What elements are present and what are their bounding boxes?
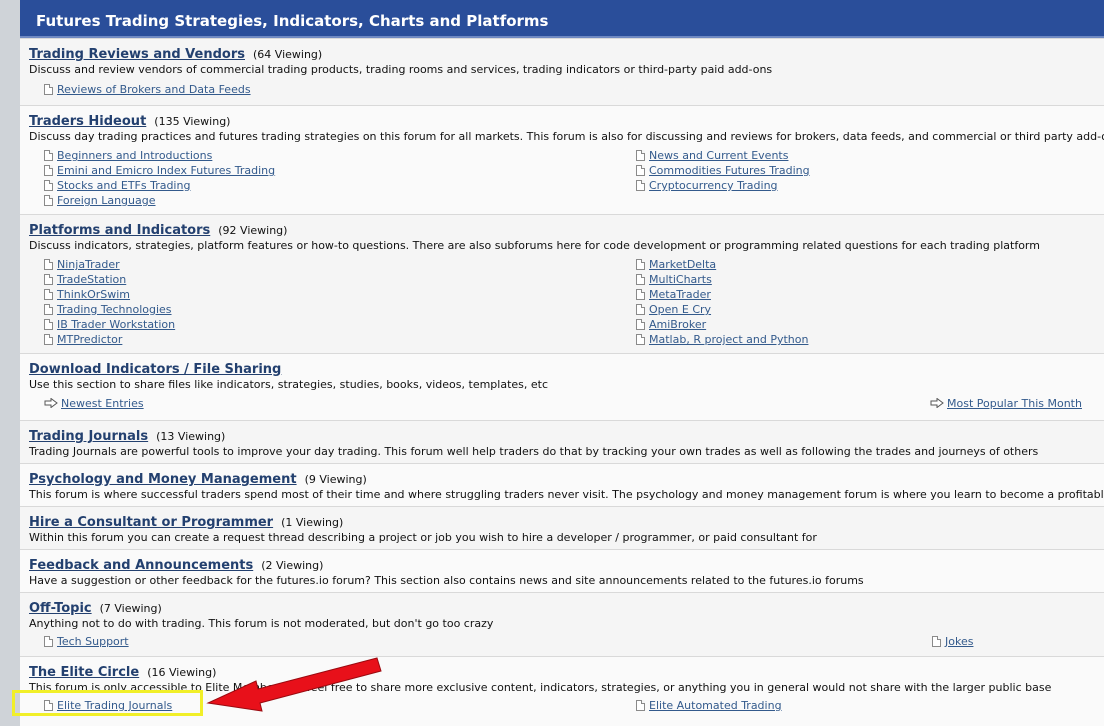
document-icon [44,636,53,647]
document-icon [932,636,941,647]
document-icon [44,195,53,206]
forum-row: Hire a Consultant or Programmer (1 Viewin… [20,506,1104,549]
forum-link-psychology[interactable]: Psychology and Money Management [29,472,297,487]
subforum-link[interactable]: Commodities Futures Trading [649,164,810,177]
viewing-count: (92 Viewing) [218,224,288,237]
subforum-link[interactable]: Tech Support [57,635,129,648]
viewing-count: (7 Viewing) [99,602,162,615]
subforum-link[interactable]: Trading Technologies [57,303,172,316]
document-icon [636,334,645,345]
subforum-link[interactable]: Open E Cry [649,303,711,316]
section-header: Futures Trading Strategies, Indicators, … [20,0,1104,38]
arrow-right-icon [44,398,58,408]
section-title: Futures Trading Strategies, Indicators, … [36,12,549,30]
forum-link-feedback[interactable]: Feedback and Announcements [29,558,253,573]
forum-row: Feedback and Announcements (2 Viewing) Ha… [20,549,1104,592]
document-icon [44,259,53,270]
forum-row: Off-Topic (7 Viewing) Anything not to do … [20,592,1104,656]
subforum-link[interactable]: Foreign Language [57,194,156,207]
document-icon [636,304,645,315]
forum-link-trading-journals[interactable]: Trading Journals [29,429,148,444]
forum-row: Trading Journals (13 Viewing) Trading Jou… [20,420,1104,463]
forum-description: Trading Journals are powerful tools to i… [29,445,1039,458]
document-icon [44,165,53,176]
most-popular-link[interactable]: Most Popular This Month [947,397,1082,410]
forum-description: Discuss indicators, strategies, platform… [29,239,1040,252]
subforum-link[interactable]: Elite Automated Trading [649,699,782,712]
forum-description: Discuss day trading practices and future… [29,130,1104,143]
subforum-link[interactable]: Beginners and Introductions [57,149,212,162]
forum-description: This forum is where successful traders s… [29,488,1104,501]
forum-description: Within this forum you can create a reque… [29,531,817,544]
subforum-link[interactable]: MTPredictor [57,333,122,346]
document-icon [636,289,645,300]
document-icon [636,259,645,270]
document-icon [44,150,53,161]
subforum-link[interactable]: TradeStation [57,273,126,286]
subforum-link[interactable]: Emini and Emicro Index Futures Trading [57,164,275,177]
subforum-link[interactable]: MultiCharts [649,273,712,286]
forum-row: Platforms and Indicators (92 Viewing) Dis… [20,214,1104,353]
document-icon [44,304,53,315]
viewing-count: (13 Viewing) [156,430,226,443]
viewing-count: (64 Viewing) [253,48,323,61]
forum-link-off-topic[interactable]: Off-Topic [29,601,92,616]
subforum-link[interactable]: MarketDelta [649,258,716,271]
newest-entries-link[interactable]: Newest Entries [61,397,144,410]
forum-description: Discuss and review vendors of commercial… [29,63,773,76]
forum-link-elite-circle[interactable]: The Elite Circle [29,665,139,680]
subforum-link[interactable]: Stocks and ETFs Trading [57,179,190,192]
forum-row: Trading Reviews and Vendors (64 Viewing) … [20,38,1104,105]
viewing-count: (135 Viewing) [154,115,231,128]
viewing-count: (16 Viewing) [147,666,217,679]
subforum-link[interactable]: NinjaTrader [57,258,120,271]
forum-row: Traders Hideout (135 Viewing) Discuss day… [20,105,1104,214]
highlight-box [12,690,203,716]
document-icon [44,289,53,300]
forum-link-platforms-indicators[interactable]: Platforms and Indicators [29,223,210,238]
forum-link-hire-consultant[interactable]: Hire a Consultant or Programmer [29,515,273,530]
viewing-count: (1 Viewing) [281,516,344,529]
subforum-link[interactable]: IB Trader Workstation [57,318,175,331]
subforum-link[interactable]: Matlab, R project and Python [649,333,808,346]
document-icon [44,84,53,95]
document-icon [44,334,53,345]
document-icon [636,700,645,711]
subforum-link[interactable]: News and Current Events [649,149,788,162]
viewing-count: (2 Viewing) [261,559,324,572]
document-icon [636,319,645,330]
document-icon [636,165,645,176]
subforum-link[interactable]: MetaTrader [649,288,711,301]
subforum-link[interactable]: Cryptocurrency Trading [649,179,778,192]
document-icon [44,319,53,330]
forum-link-traders-hideout[interactable]: Traders Hideout [29,114,146,129]
forum-description: Use this section to share files like ind… [29,378,549,391]
subforum-link[interactable]: Reviews of Brokers and Data Feeds [57,83,251,96]
document-icon [44,180,53,191]
document-icon [636,274,645,285]
forum-link-trading-reviews[interactable]: Trading Reviews and Vendors [29,47,245,62]
subforum-link[interactable]: Jokes [945,635,973,648]
forum-list: Trading Reviews and Vendors (64 Viewing) … [20,38,1104,726]
viewing-count: (9 Viewing) [304,473,367,486]
forum-description: Anything not to do with trading. This fo… [29,617,494,630]
forum-description: Have a suggestion or other feedback for … [29,574,864,587]
document-icon [636,180,645,191]
forum-row: Download Indicators / File Sharing Use t… [20,353,1104,420]
subforum-link[interactable]: ThinkOrSwim [57,288,130,301]
forum-link-download-indicators[interactable]: Download Indicators / File Sharing [29,362,281,377]
arrow-right-icon [930,398,944,408]
document-icon [636,150,645,161]
document-icon [44,274,53,285]
subforum-link[interactable]: AmiBroker [649,318,706,331]
forum-row: Psychology and Money Management (9 Viewin… [20,463,1104,506]
